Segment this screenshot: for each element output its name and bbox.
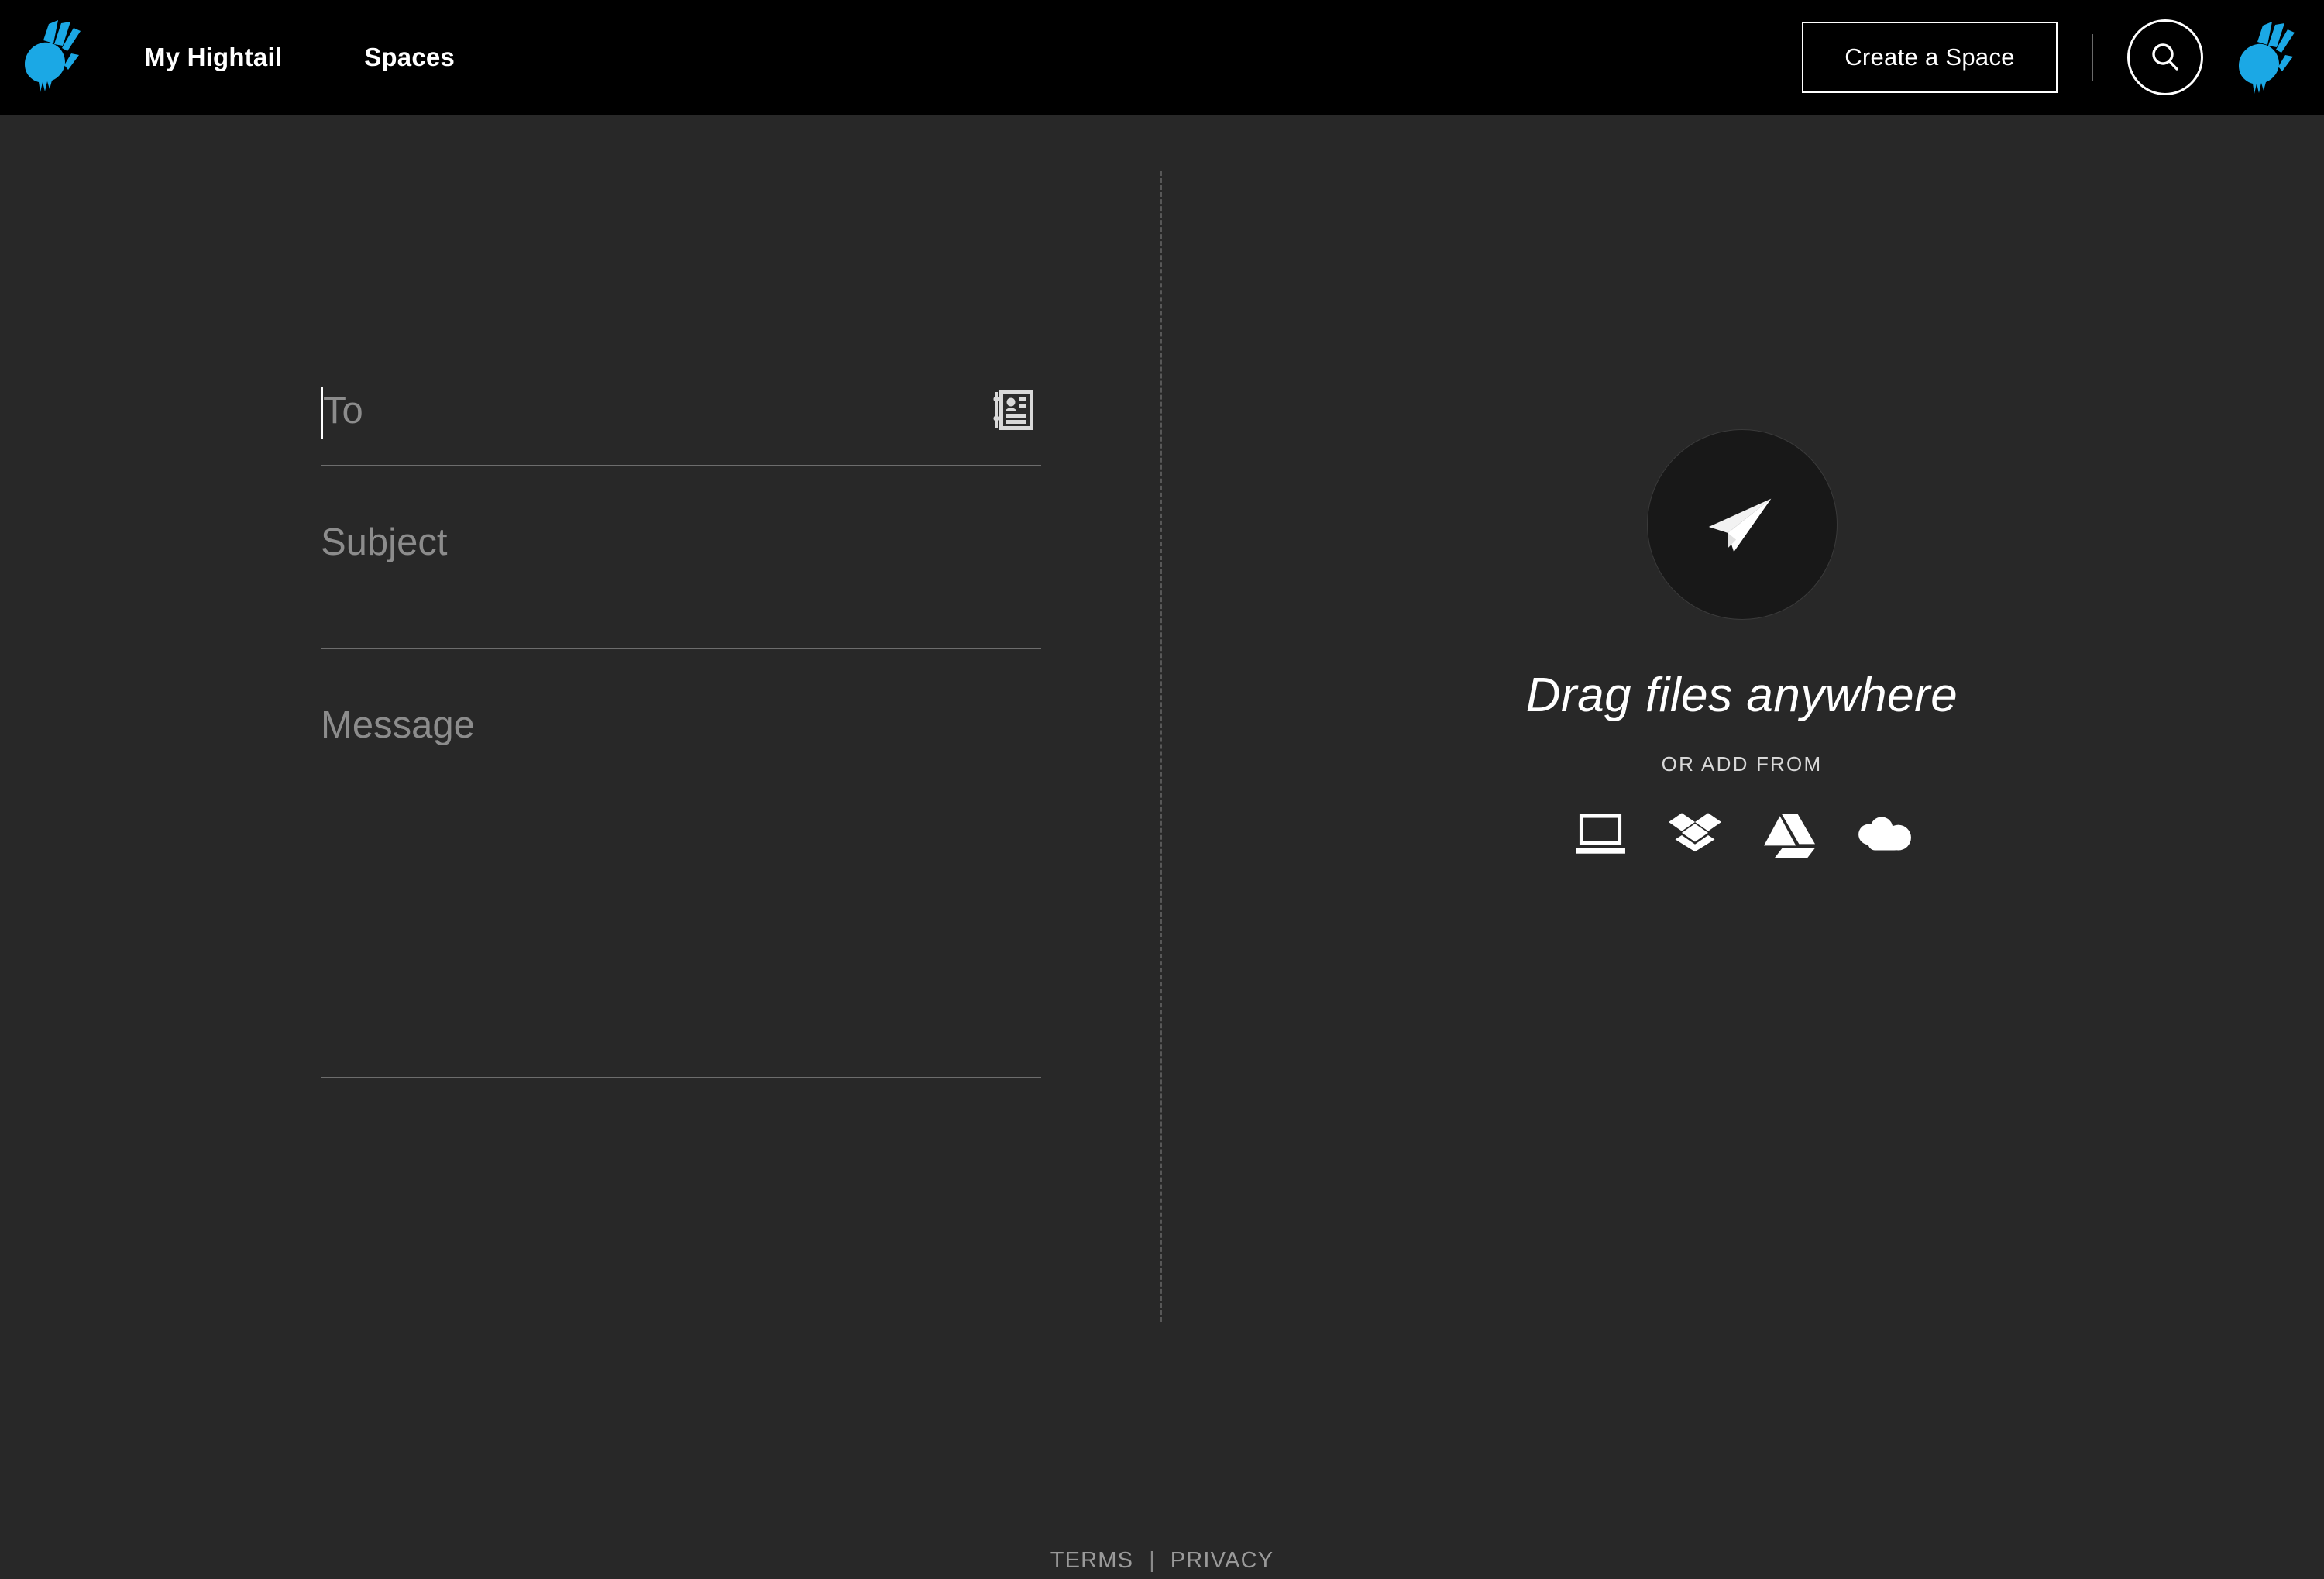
dropzone-subtitle: OR ADD FROM — [1662, 752, 1823, 776]
hightail-logo-svg-right — [2239, 19, 2296, 96]
to-field-placeholder: To — [323, 392, 363, 430]
google-drive-icon — [1764, 812, 1815, 858]
primary-nav: My Hightail Spaces — [144, 0, 455, 115]
create-a-space-button[interactable]: Create a Space — [1802, 22, 2058, 93]
page-footer: TERMS | PRIVACY — [0, 1542, 2324, 1579]
hightail-logo-svg — [25, 17, 82, 95]
laptop-icon — [1575, 813, 1626, 858]
dropbox-icon — [1669, 811, 1721, 859]
paper-plane-icon — [1697, 479, 1788, 570]
nav-item-spaces[interactable]: Spaces — [364, 43, 455, 72]
search-icon — [2147, 39, 2184, 76]
privacy-link[interactable]: PRIVACY — [1171, 1548, 1274, 1574]
file-source-list — [1570, 807, 1914, 863]
to-field-caret — [321, 387, 323, 439]
compose-form: To Subject Me — [321, 386, 1041, 1078]
source-onedrive-button[interactable] — [1854, 807, 1914, 863]
source-dropbox-button[interactable] — [1665, 807, 1725, 863]
to-field[interactable]: To — [321, 386, 1041, 466]
address-book-button[interactable] — [990, 386, 1038, 434]
app-header: My Hightail Spaces Create a Space — [0, 0, 2324, 115]
message-field-placeholder: Message — [321, 707, 475, 745]
header-actions: Create a Space — [1802, 0, 2296, 115]
terms-link[interactable]: TERMS — [1050, 1548, 1134, 1574]
footer-separator: | — [1133, 1548, 1171, 1574]
nav-item-my-hightail[interactable]: My Hightail — [144, 43, 282, 72]
source-my-computer-button[interactable] — [1570, 807, 1631, 863]
file-dropzone[interactable]: Drag files anywhere OR ADD FROM — [1160, 115, 2324, 1464]
search-button[interactable] — [2127, 19, 2203, 95]
address-book-icon — [990, 386, 1038, 434]
hightail-logo-icon[interactable] — [25, 17, 82, 95]
dropzone-title: Drag files anywhere — [1526, 668, 1958, 723]
main-content: To Subject Me — [0, 115, 2324, 1464]
message-field[interactable]: Message — [321, 700, 1041, 1078]
dropzone-inner: Drag files anywhere OR ADD FROM — [1160, 429, 2324, 863]
cloud-icon — [1855, 817, 1913, 854]
subject-field[interactable]: Subject — [321, 518, 1041, 649]
subject-field-placeholder: Subject — [321, 524, 447, 562]
header-divider — [2092, 34, 2093, 81]
source-google-drive-button[interactable] — [1759, 807, 1820, 863]
account-hightail-logo-icon[interactable] — [2239, 19, 2296, 96]
paper-plane-badge — [1647, 429, 1838, 620]
